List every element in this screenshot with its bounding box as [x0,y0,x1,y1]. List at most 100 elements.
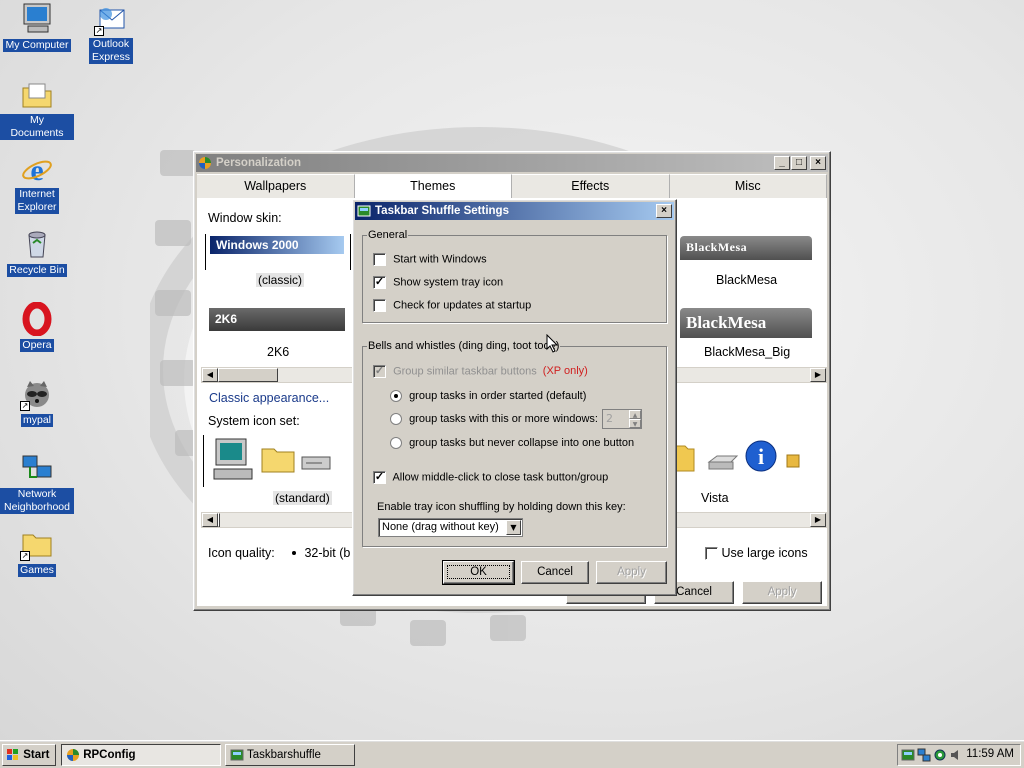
desktop-icon-label: Outlook Express [89,38,133,64]
radio-button[interactable] [390,390,402,403]
radio-label: group tasks in order started (default) [409,390,587,402]
scroll-thumb[interactable] [218,368,278,382]
desktop-icon-outlook-express[interactable]: ↗ Outlook Express [74,2,148,64]
radio-order-started[interactable]: group tasks in order started (default) [390,390,587,403]
cancel-label: Cancel [537,566,573,578]
svg-text:i: i [758,444,764,469]
check-updates-checkbox[interactable] [373,299,386,312]
desktop-icon-my-documents[interactable]: My Documents [0,78,74,140]
show-tray-icon-checkbox[interactable]: ✓ [373,276,386,289]
network-tray-icon[interactable] [917,748,931,762]
use-large-icons-checkbox[interactable] [705,547,718,561]
skin-preview-bar-blackmesa[interactable]: BlackMesa [680,236,812,260]
scroll-thumb[interactable] [218,513,220,527]
skin-preview-bar-2k6[interactable]: 2K6 [209,308,345,331]
window-title: Personalization [216,157,301,169]
personalization-apply-button[interactable]: Apply [742,581,822,604]
spinner-up-arrow[interactable]: ▲ [629,410,641,419]
mypal-raccoon-icon: ↗ [20,377,54,411]
ok-label: OK [447,565,510,579]
option-middle-click[interactable]: ✓ Allow middle-click to close task butto… [373,471,608,484]
personalization-tabs: Wallpapers Themes Effects Misc [197,174,827,198]
desktop-icon-label: Opera [20,339,54,352]
middle-click-checkbox[interactable]: ✓ [373,471,386,484]
desktop-icon-opera[interactable]: Opera [0,301,74,352]
classic-appearance-link[interactable]: Classic appearance... [209,391,329,405]
option-show-tray-icon[interactable]: ✓ Show system tray icon [373,276,503,289]
skin-preview-bar-blackmesa-big[interactable]: BlackMesa [680,308,812,338]
personalization-titlebar[interactable]: Personalization _ □ × [196,154,828,172]
radio-never-collapse[interactable]: group tasks but never collapse into one … [390,437,634,450]
radio-more-windows[interactable]: group tasks with this or more windows: [390,413,598,426]
minimize-button[interactable]: _ [774,156,790,170]
window-count-spinner[interactable]: 2 ▲ ▼ [602,409,642,429]
start-button[interactable]: Start [2,744,56,766]
apply-label: Apply [767,586,797,598]
radio-button[interactable] [390,413,402,426]
tray-shuffle-key-value: None (drag without key) [382,521,499,533]
gear-icon[interactable] [933,748,947,762]
window-count-value: 2 [606,412,613,425]
opera-icon [20,301,54,337]
group-similar-checkbox[interactable]: ✓ [373,365,386,378]
icon-set-standard[interactable] [203,435,353,487]
icon-quality-label: Icon quality: [208,546,275,560]
mouse-cursor [546,334,559,353]
task-button-taskbarshuffle[interactable]: Taskbarshuffle [225,744,355,766]
icon-set-vista[interactable]: i [675,438,815,482]
dialog-apply-button[interactable]: Apply [596,561,667,584]
desktop-icon-games[interactable]: ↗ Games [0,527,74,577]
tab-wallpapers[interactable]: Wallpapers [197,174,355,198]
skin-name-classic: (classic) [256,273,304,287]
chevron-down-icon[interactable]: ▼ [506,520,521,535]
tab-effects[interactable]: Effects [512,174,670,198]
desktop-icon-label: My Documents [0,114,74,140]
desktop-icon-recycle-bin[interactable]: Recycle Bin [0,227,74,277]
folder-icon [675,445,695,472]
icon-quality-radio[interactable] [289,548,301,560]
taskbar-shuffle-app-icon [230,749,244,761]
scroll-left-arrow[interactable]: ◀ [202,513,218,527]
skin-name-blackmesa: BlackMesa [716,273,778,287]
personalization-app-icon [67,748,79,761]
mail-icon: ↗ [94,2,128,36]
cancel-label: Cancel [676,586,712,598]
desktop-icon-mypal[interactable]: ↗ mypal [0,377,74,427]
clock[interactable]: 11:59 AM [966,748,1014,760]
option-start-with-windows[interactable]: Start with Windows [373,253,487,266]
tab-themes[interactable]: Themes [354,174,512,198]
scroll-left-arrow[interactable]: ◀ [202,368,218,382]
option-group-similar[interactable]: ✓ Group similar taskbar buttons (XP only… [373,365,588,378]
folder-documents-icon [20,78,54,112]
system-tray: 11:59 AM [897,744,1021,766]
desktop-icon-internet-explorer[interactable]: e Internet Explorer [0,152,74,214]
desktop-icon-label: My Computer [3,39,71,52]
dialog-titlebar[interactable]: Taskbar Shuffle Settings × [355,202,674,220]
tab-misc[interactable]: Misc [669,174,827,198]
use-large-icons-option[interactable]: Use large icons [705,546,808,561]
desktop-icon-label: Internet Explorer [15,188,59,214]
task-button-rpconfig[interactable]: RPConfig [61,744,221,766]
scroll-right-arrow[interactable]: ▶ [810,513,826,527]
close-button[interactable]: × [810,156,826,170]
dialog-cancel-button[interactable]: Cancel [521,561,589,584]
dialog-ok-button[interactable]: OK [442,560,515,585]
skin-item-classic[interactable]: Windows 2000 [205,234,351,270]
option-check-updates[interactable]: Check for updates at startup [373,299,531,312]
maximize-button[interactable]: □ [791,156,807,170]
scroll-right-arrow[interactable]: ▶ [810,368,826,382]
radio-label: group tasks with this or more windows: [409,413,598,425]
icon-quality-option[interactable]: 32-bit (b [289,546,350,560]
desktop-icon-my-computer[interactable]: My Computer [0,2,74,52]
recycle-bin-icon [20,227,54,261]
speaker-icon[interactable] [949,748,963,762]
spinner-down-arrow[interactable]: ▼ [629,419,641,428]
tray-shuffle-key-select[interactable]: None (drag without key) ▼ [378,518,523,537]
close-button[interactable]: × [656,204,672,218]
tray-app-icon[interactable] [901,748,915,762]
computer-icon [213,438,253,480]
small-folder-icon [786,454,800,468]
start-with-windows-checkbox[interactable] [373,253,386,266]
desktop-icon-network-neighborhood[interactable]: Network Neighborhood [0,452,74,514]
radio-button[interactable] [390,437,402,450]
